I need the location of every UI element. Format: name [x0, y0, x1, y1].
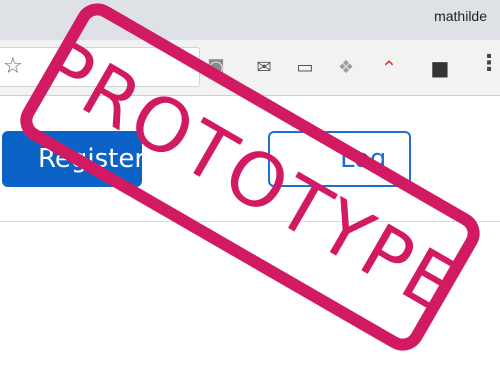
app-icon[interactable]: ■	[428, 56, 452, 80]
register-button[interactable]: Register	[2, 131, 142, 187]
inbox-icon[interactable]: ✉	[252, 56, 276, 80]
more-vert-icon[interactable]: ⋮	[478, 53, 500, 75]
camera-icon[interactable]: ◙	[204, 56, 228, 80]
cast-icon[interactable]: ▭	[293, 56, 317, 80]
login-button[interactable]: Log in	[268, 131, 411, 187]
browser-toolbar: ☆ ◙ ✉ ▭ ❖ ⌃ ■ ⋮	[0, 40, 500, 96]
profile-name[interactable]: mathilde	[434, 8, 487, 24]
browser-title-bar: mathilde	[0, 0, 500, 40]
address-bar[interactable]: ☆	[0, 47, 200, 87]
star-icon[interactable]: ☆	[3, 56, 23, 78]
page-content: Register Log in	[0, 97, 500, 222]
dropbox-icon[interactable]: ❖	[334, 56, 358, 80]
analytics-icon[interactable]: ⌃	[377, 56, 401, 80]
